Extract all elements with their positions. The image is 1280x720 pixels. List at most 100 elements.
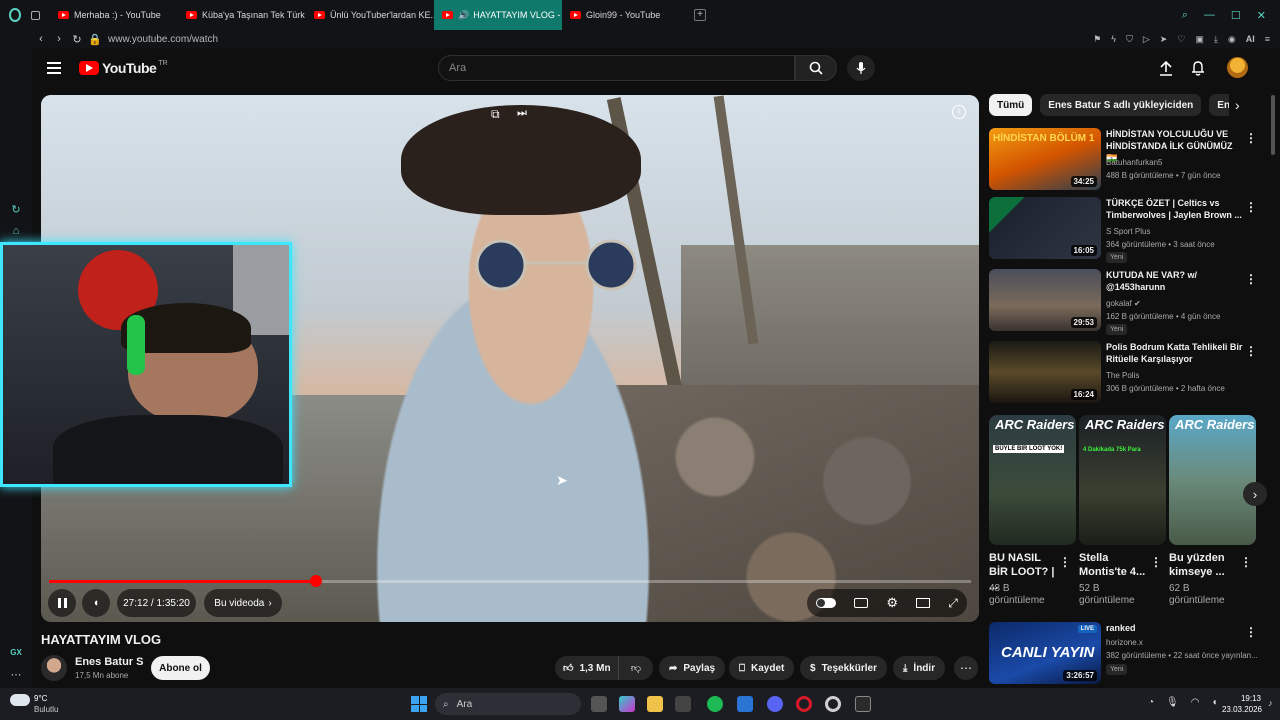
wallet-icon[interactable]: ▣ [1195, 34, 1204, 45]
tab-gloin99[interactable]: Gloin99 - YouTube [562, 0, 690, 30]
recommendation-title[interactable]: ranked [1106, 622, 1246, 634]
notifications-bell-icon[interactable] [1191, 60, 1205, 76]
minimize-icon[interactable]: — [1204, 9, 1215, 22]
copilot-icon[interactable] [619, 696, 635, 712]
bookmark-icon[interactable]: ⚑ [1093, 34, 1101, 45]
short-thumbnail[interactable]: ARC Raiders [1169, 415, 1256, 545]
recommendation-item[interactable]: 29:53 KUTUDA NE VAR? w/ @1453harunn goka… [989, 269, 1269, 335]
dislike-button[interactable]: 👎︎ [619, 656, 653, 680]
more-vertical-icon[interactable]: ⋮ [1240, 555, 1252, 569]
camera-icon[interactable]: ◉ [1228, 34, 1236, 45]
recommendation-thumbnail[interactable]: 16:05 [989, 197, 1101, 259]
more-vertical-icon[interactable]: ⋮ [1059, 555, 1071, 569]
chip-all[interactable]: Tümü [989, 94, 1033, 116]
history-icon[interactable]: ↻ [9, 203, 23, 217]
voice-search-button[interactable] [847, 55, 875, 81]
taskbar-search[interactable]: ⌕ Ara [435, 693, 581, 715]
discord-icon[interactable] [767, 696, 783, 712]
robot-icon[interactable]: ⌂ [9, 225, 23, 239]
theater-mode-icon[interactable] [916, 598, 931, 608]
info-icon[interactable]: i [952, 105, 966, 119]
clock-date[interactable]: 23.03.2026 [1210, 705, 1262, 714]
more-vertical-icon[interactable]: ⋮ [1150, 555, 1162, 569]
shorts-next-button[interactable]: › [1243, 482, 1267, 506]
recommendation-item[interactable]: 16:05 TÜRKÇE ÖZET | Celtics vs Timberwol… [989, 197, 1269, 263]
recommendation-title[interactable]: KUTUDA NE VAR? w/ @1453harunn [1106, 269, 1246, 293]
recommendation-channel[interactable]: horizone.x [1106, 638, 1143, 647]
search-button[interactable] [795, 55, 837, 81]
tab-hayattayim-vlog[interactable]: 🔊 HAYATTAYIM VLOG - [434, 0, 562, 30]
more-vertical-icon[interactable]: ⋮ [1245, 272, 1257, 286]
next-overlay-icon[interactable]: ⏭ [517, 107, 527, 120]
store-icon[interactable] [675, 696, 691, 712]
volume-button[interactable]: ◖ [82, 589, 110, 617]
forward-icon[interactable]: › [50, 33, 68, 45]
recommendation-thumbnail[interactable]: 29:53 [989, 269, 1101, 331]
reload-icon[interactable]: ↻ [68, 33, 86, 46]
recommendation-thumbnail[interactable]: LIVE CANLI YAYIN 3:26:57 [989, 622, 1101, 684]
chip-related[interactable]: Enes Ba [1209, 94, 1229, 116]
tab-unlu-youtuber[interactable]: Ünlü YouTuber'lardan KE... [306, 0, 434, 30]
steam-icon[interactable] [737, 696, 753, 712]
menu-icon[interactable]: ≡ [1265, 34, 1270, 44]
share-button[interactable]: ➦ Paylaş [659, 656, 726, 680]
recommendation-item[interactable]: HİNDİSTAN BÖLÜM 1 34:25 HİNDİSTAN YOLCUL… [989, 128, 1269, 194]
windows-start-icon[interactable] [411, 696, 427, 712]
bolt-icon[interactable]: ϟ [1111, 34, 1116, 44]
upload-icon[interactable] [1159, 60, 1173, 76]
settings-gear-icon[interactable]: ⚙ [886, 595, 898, 611]
chip-uploader[interactable]: Enes Batur S adlı yükleyiciden [1040, 94, 1202, 116]
pause-button[interactable] [48, 589, 76, 617]
recommendation-title[interactable]: TÜRKÇE ÖZET | Celtics vs Timberwolves | … [1106, 197, 1246, 221]
weather-desc[interactable]: Bulutlu [34, 705, 58, 714]
subscribe-button[interactable]: Abone ol [151, 656, 210, 680]
shield-icon[interactable]: ⛉ [1126, 34, 1133, 45]
thanks-button[interactable]: $ Teşekkürler [800, 656, 887, 680]
weather-temp[interactable]: 9°C [34, 694, 47, 703]
gx-icon[interactable]: GX [9, 648, 23, 662]
search-input[interactable]: Ara [438, 55, 795, 81]
search-tabs-icon[interactable]: ⌕ [1182, 9, 1188, 22]
download-icon[interactable]: ⤓ [1214, 34, 1218, 45]
play-icon[interactable]: ▷ [1143, 34, 1150, 45]
more-vertical-icon[interactable]: ⋮ [1245, 344, 1257, 358]
wifi-icon[interactable]: ◠ [1191, 697, 1200, 708]
miniplayer-icon[interactable]: ⧉ [491, 107, 500, 122]
back-icon[interactable]: ‹ [32, 33, 50, 45]
save-button[interactable]: ⎕ Kaydet [729, 656, 795, 680]
file-explorer-icon[interactable] [647, 696, 663, 712]
short-title[interactable]: Bu yüzden kimseye ... [1169, 551, 1235, 579]
recommendation-item[interactable]: 16:24 Polis Bodrum Katta Tehlikeli Bir R… [989, 341, 1269, 407]
opera-gx-icon[interactable] [825, 696, 841, 712]
microphone-icon[interactable]: 🎙︎ [1166, 697, 1179, 708]
tab-list-icon[interactable] [30, 10, 40, 20]
recommendation-thumbnail[interactable]: 16:24 [989, 341, 1101, 403]
close-icon[interactable]: ✕ [1257, 9, 1266, 22]
autoplay-toggle[interactable] [816, 598, 837, 608]
recommendation-thumbnail[interactable]: HİNDİSTAN BÖLÜM 1 34:25 [989, 128, 1101, 190]
recommendation-title[interactable]: Polis Bodrum Katta Tehlikeli Bir Ritüell… [1106, 341, 1246, 365]
chapter-button[interactable]: Bu videoda › [204, 589, 282, 617]
tab-merhaba[interactable]: Merhaba :) - YouTube [50, 0, 178, 30]
new-tab-button[interactable]: + [694, 9, 706, 21]
url-field[interactable]: www.youtube.com/watch [108, 34, 1008, 45]
more-vertical-icon[interactable]: ⋮ [1245, 625, 1257, 639]
opera-gx-logo-icon[interactable] [9, 8, 21, 22]
account-avatar[interactable] [1227, 57, 1248, 78]
hamburger-menu-icon[interactable] [47, 62, 61, 74]
fullscreen-icon[interactable]: ⤢ [948, 596, 958, 611]
send-icon[interactable]: ➤ [1160, 34, 1168, 45]
recommendation-channel[interactable]: The Polis [1106, 371, 1139, 380]
more-vertical-icon[interactable]: ⋮ [1245, 131, 1257, 145]
channel-avatar[interactable] [41, 655, 67, 681]
task-view-icon[interactable] [591, 696, 607, 712]
short-title[interactable]: Stella Montis'te 4... [1079, 551, 1149, 579]
epic-games-icon[interactable] [855, 696, 871, 712]
progress-scrubber-handle[interactable] [310, 575, 322, 587]
recommendation-channel[interactable]: Batuhanfurkan5 [1106, 158, 1163, 167]
maximize-icon[interactable]: ☐ [1231, 9, 1241, 22]
like-button[interactable]: 👍︎ 1,3 Mn [555, 656, 619, 680]
opera-icon[interactable] [796, 696, 812, 712]
ai-button[interactable]: AI [1246, 34, 1255, 44]
chips-next-icon[interactable]: › [1235, 97, 1240, 113]
